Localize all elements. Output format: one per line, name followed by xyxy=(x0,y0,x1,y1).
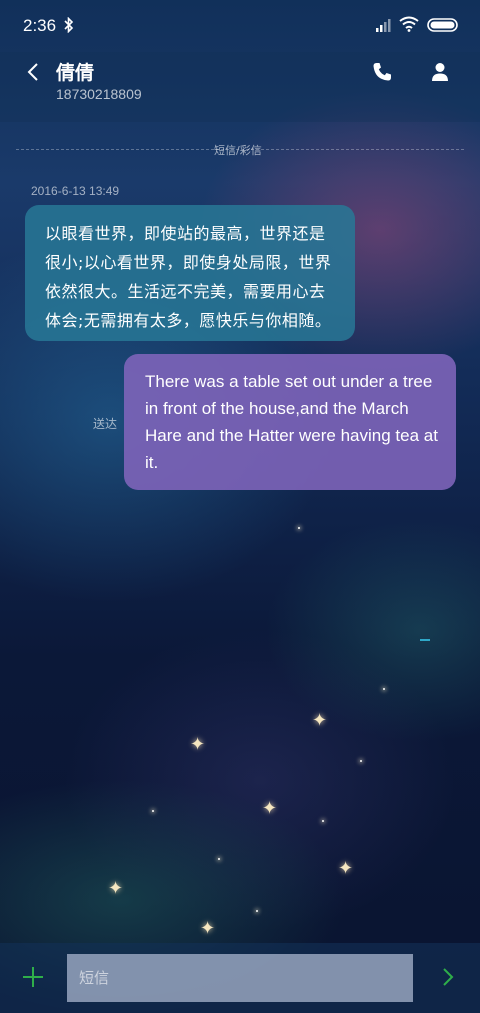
star-decoration xyxy=(218,858,220,860)
star-decoration xyxy=(256,910,258,912)
incoming-message-bubble[interactable]: 以眼看世界，即使站的最高，世界还是很小;以心看世界，即使身处局限，世界依然很大。… xyxy=(25,205,355,341)
battery-icon xyxy=(427,18,458,32)
signal-icon xyxy=(376,19,391,32)
contact-profile-icon[interactable] xyxy=(428,60,452,84)
sparkle-decoration: ✦ xyxy=(338,858,354,879)
sparkle-decoration: ✦ xyxy=(108,878,124,899)
star-decoration xyxy=(152,810,154,812)
sparkle-decoration: ✦ xyxy=(190,734,206,755)
send-icon[interactable] xyxy=(438,966,458,988)
star-decoration xyxy=(322,820,324,822)
sparkle-decoration: ✦ xyxy=(312,710,328,731)
sparkle-decoration: ✦ xyxy=(262,798,278,819)
message-input[interactable] xyxy=(67,954,413,1002)
status-bar: 2:36 xyxy=(0,0,480,52)
phone-icon[interactable] xyxy=(370,60,394,84)
delivery-status: 送达 xyxy=(93,417,118,431)
wifi-icon xyxy=(399,16,419,32)
star-decoration xyxy=(298,527,300,529)
scroll-indicator xyxy=(420,639,430,641)
outgoing-message-bubble[interactable]: There was a table set out under a tree i… xyxy=(124,354,456,490)
sparkle-decoration: ✦ xyxy=(200,918,216,939)
conversation-header: 倩倩 18730218809 xyxy=(0,52,480,122)
status-time: 2:36 xyxy=(23,16,57,35)
contact-number: 18730218809 xyxy=(56,86,142,102)
contact-name: 倩倩 xyxy=(56,62,95,84)
message-timestamp: 2016-6-13 13:49 xyxy=(31,184,120,198)
add-attachment-icon[interactable] xyxy=(22,966,44,988)
sms-mms-label: 短信/彩信 xyxy=(214,144,262,157)
back-arrow-icon[interactable] xyxy=(22,60,46,84)
star-decoration xyxy=(360,760,362,762)
star-decoration xyxy=(383,688,385,690)
bluetooth-icon xyxy=(64,17,74,33)
compose-bar xyxy=(0,943,480,1013)
